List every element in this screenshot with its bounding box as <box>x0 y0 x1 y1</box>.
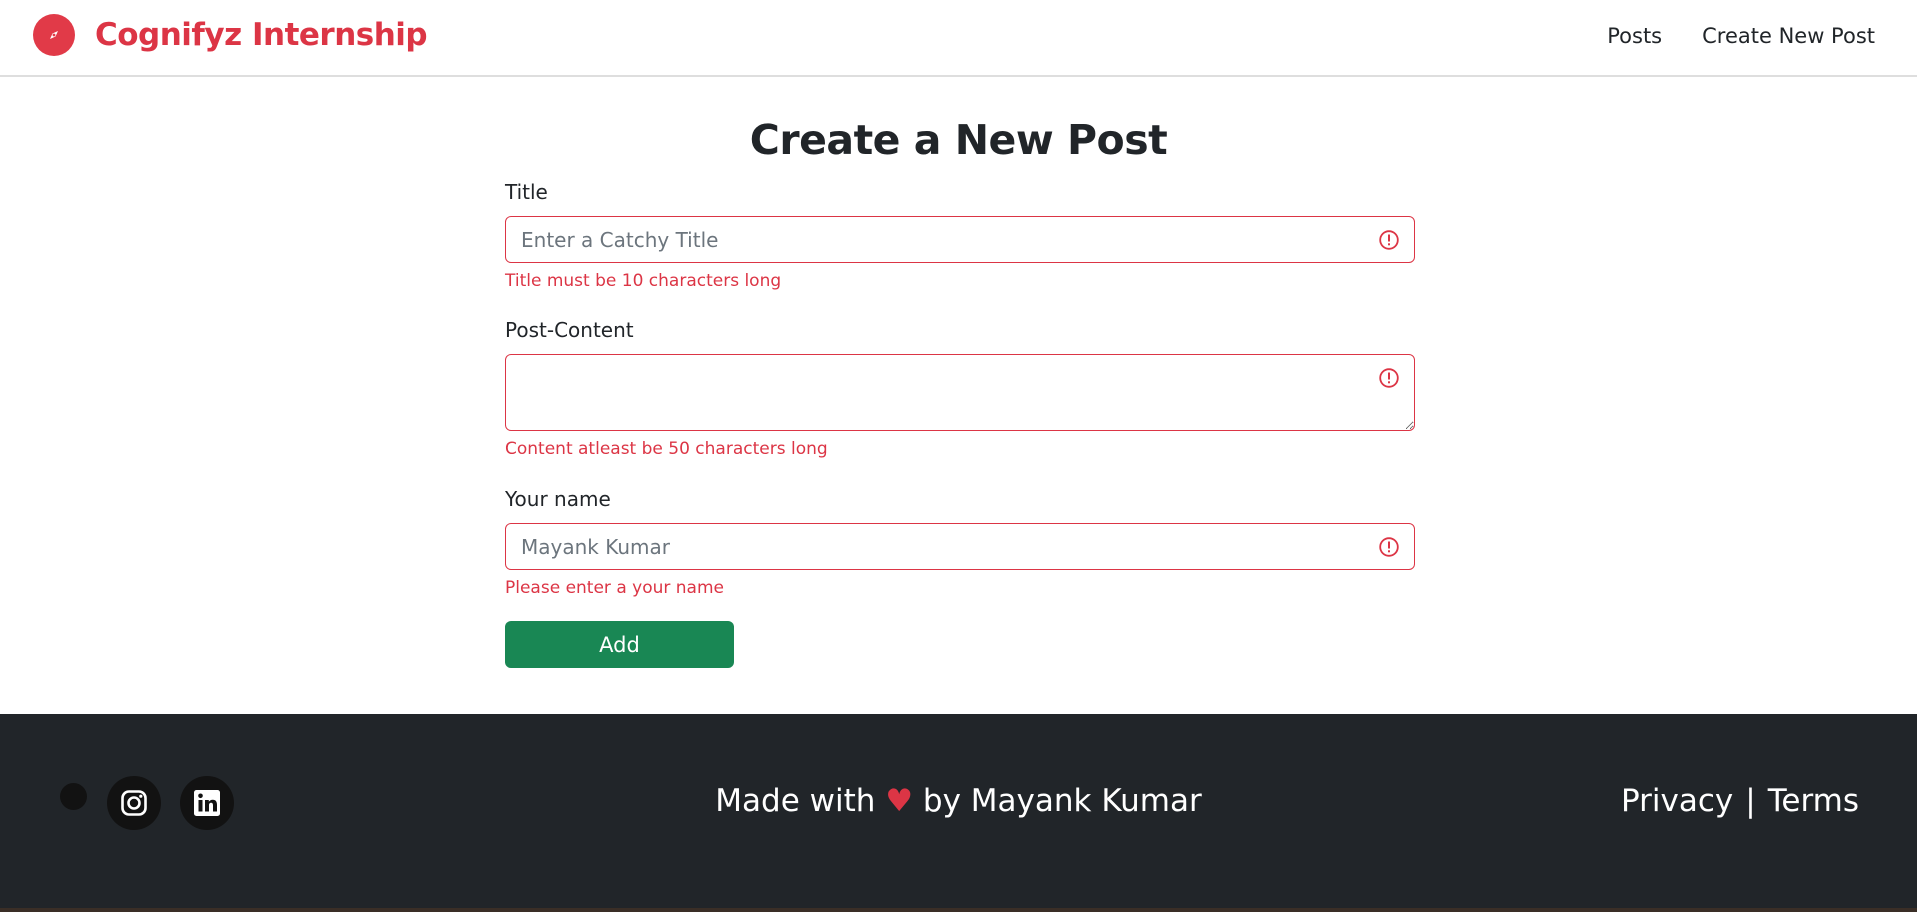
page-title: Create a New Post <box>749 116 1168 164</box>
brand-link[interactable]: Cognifyz Internship <box>33 14 428 56</box>
nav-links: Posts Create New Post <box>1607 24 1875 48</box>
made-with-prefix: Made with <box>715 783 876 819</box>
legal-separator: | <box>1745 783 1756 819</box>
navbar: Cognifyz Internship Posts Create New Pos… <box>0 0 1917 77</box>
footer-divider <box>0 908 1917 912</box>
content-label: Post-Content <box>505 318 634 342</box>
title-error: Title must be 10 characters long <box>505 271 782 291</box>
add-button[interactable]: Add <box>505 621 734 668</box>
name-input[interactable] <box>505 523 1415 570</box>
made-with-suffix: by Mayank Kumar <box>922 783 1202 819</box>
terms-link[interactable]: Terms <box>1768 783 1859 819</box>
legal-links: Privacy | Terms <box>1621 783 1859 819</box>
compass-icon <box>33 14 75 56</box>
content-textarea[interactable] <box>505 354 1415 431</box>
title-input[interactable] <box>505 216 1415 263</box>
error-icon <box>1379 368 1399 388</box>
title-label: Title <box>505 180 548 204</box>
error-icon <box>1379 537 1399 557</box>
name-label: Your name <box>505 487 611 511</box>
nav-posts-link[interactable]: Posts <box>1607 24 1662 48</box>
privacy-link[interactable]: Privacy <box>1621 783 1733 819</box>
error-icon <box>1379 230 1399 250</box>
nav-create-post-link[interactable]: Create New Post <box>1702 24 1875 48</box>
heart-icon: ♥ <box>885 783 914 819</box>
content-error: Content atleast be 50 characters long <box>505 439 828 459</box>
name-error: Please enter a your name <box>505 578 724 598</box>
brand-name: Cognifyz Internship <box>95 17 428 53</box>
